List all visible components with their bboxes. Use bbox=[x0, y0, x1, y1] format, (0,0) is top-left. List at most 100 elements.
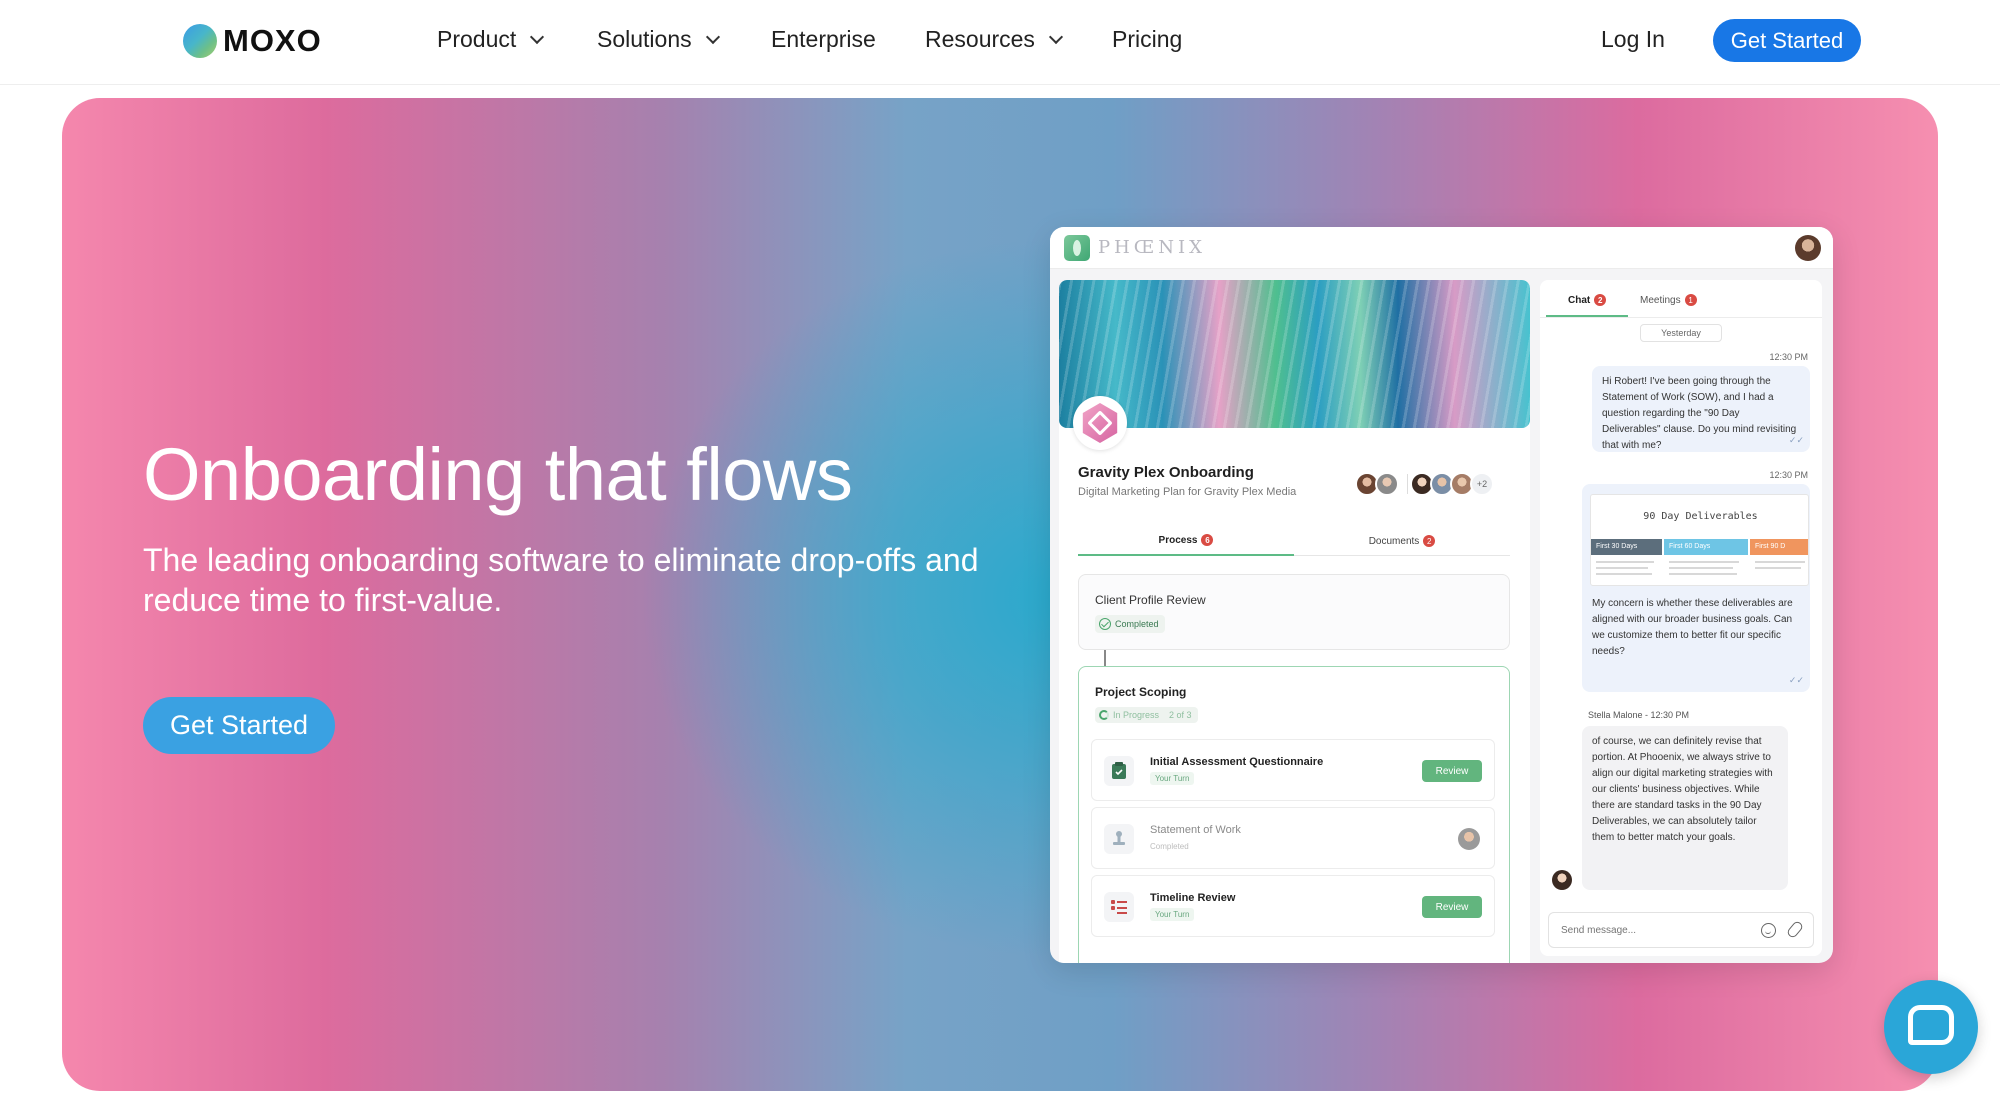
status-text: In Progress bbox=[1113, 710, 1160, 720]
project-title: Gravity Plex Onboarding bbox=[1078, 464, 1254, 481]
step-title: Client Profile Review bbox=[1095, 593, 1206, 607]
task-statement-of-work[interactable]: Statement of Work Completed bbox=[1091, 807, 1495, 869]
nav-resources[interactable]: Resources bbox=[925, 26, 1064, 53]
task-status: Your Turn bbox=[1150, 908, 1195, 921]
review-button[interactable]: Review bbox=[1422, 896, 1482, 918]
tab-label: Process bbox=[1158, 534, 1198, 546]
chevron-down-icon bbox=[705, 29, 720, 44]
chat-panel: Chat 2 Meetings 1 Yesterday 12:30 PM Hi Ro… bbox=[1540, 280, 1822, 956]
project-banner bbox=[1059, 280, 1530, 428]
placeholder-line bbox=[1596, 561, 1654, 563]
hero-section: Onboarding that flows The leading onboar… bbox=[62, 98, 1938, 1091]
nav-pricing-label: Pricing bbox=[1112, 26, 1183, 52]
avatar bbox=[1458, 828, 1480, 850]
deliverables-attachment[interactable]: 90 Day Deliverables First 30 Days First … bbox=[1590, 494, 1809, 586]
message-text: My concern is whether these deliverables… bbox=[1592, 598, 1793, 657]
progress-count: 2 of 3 bbox=[1169, 710, 1192, 720]
brand-name: PHŒNIX bbox=[1098, 237, 1206, 258]
step-project-scoping[interactable]: Project Scoping In Progress 2 of 3 Initia… bbox=[1078, 666, 1510, 963]
review-button[interactable]: Review bbox=[1422, 760, 1482, 782]
step-connector bbox=[1104, 650, 1106, 666]
task-timeline-review[interactable]: Timeline Review Your Turn Review bbox=[1091, 875, 1495, 937]
placeholder-line bbox=[1755, 567, 1801, 569]
step-client-profile-review[interactable]: Client Profile Review Completed bbox=[1078, 574, 1510, 650]
stamp-icon bbox=[1104, 824, 1134, 854]
message-text: Hi Robert! I've been going through the S… bbox=[1602, 376, 1797, 451]
form-icon bbox=[1104, 756, 1134, 786]
chat-widget-button[interactable] bbox=[1884, 980, 1978, 1074]
nav-pricing[interactable]: Pricing bbox=[1112, 26, 1182, 53]
placeholder-line bbox=[1596, 567, 1648, 569]
tab-label: Documents bbox=[1368, 535, 1420, 547]
tab-chat[interactable]: Chat 2 bbox=[1568, 292, 1607, 308]
login-link[interactable]: Log In bbox=[1601, 26, 1665, 53]
tab-documents[interactable]: Documents 2 bbox=[1294, 526, 1510, 556]
nav-product[interactable]: Product bbox=[437, 26, 545, 53]
app-topbar: PHŒNIX bbox=[1050, 227, 1833, 269]
avatar-divider bbox=[1407, 474, 1408, 494]
chat-bubble-icon bbox=[1908, 1005, 1954, 1045]
chevron-down-icon bbox=[530, 29, 545, 44]
moxo-logo[interactable]: MOXO bbox=[183, 23, 322, 58]
nav-product-label: Product bbox=[437, 26, 517, 52]
project-subtitle: Digital Marketing Plan for Gravity Plex … bbox=[1078, 486, 1297, 498]
progress-spinner-icon bbox=[1099, 710, 1109, 720]
count-badge: 2 bbox=[1423, 535, 1436, 547]
checklist-icon bbox=[1104, 892, 1134, 922]
placeholder-line bbox=[1755, 561, 1805, 563]
read-receipt-icon: ✓✓ bbox=[1788, 675, 1804, 685]
message-time: 12:30 PM bbox=[1769, 352, 1808, 362]
task-name: Timeline Review bbox=[1150, 892, 1236, 904]
chat-tabs: Chat 2 Meetings 1 bbox=[1540, 280, 1822, 318]
nav-enterprise[interactable]: Enterprise bbox=[771, 26, 876, 53]
logo-text: MOXO bbox=[223, 23, 322, 58]
attachment-title: 90 Day Deliverables bbox=[1643, 511, 1758, 522]
task-status: Your Turn bbox=[1150, 772, 1195, 785]
nav-resources-label: Resources bbox=[925, 26, 1035, 52]
message-text: of course, we can definitely revise that… bbox=[1592, 736, 1773, 843]
placeholder-line bbox=[1669, 573, 1737, 575]
date-divider: Yesterday bbox=[1640, 324, 1722, 342]
member-avatars[interactable]: +2 bbox=[1355, 470, 1494, 498]
count-badge: 6 bbox=[1201, 534, 1214, 546]
moxo-logo-icon bbox=[183, 24, 217, 58]
chat-message: 90 Day Deliverables First 30 Days First … bbox=[1582, 484, 1810, 692]
nav-enterprise-label: Enterprise bbox=[771, 26, 876, 52]
app-mockup: PHŒNIX Gravity Plex Onboarding Digital M… bbox=[1050, 227, 1833, 963]
nav-solutions[interactable]: Solutions bbox=[597, 26, 720, 53]
deliverables-column: First 30 Days bbox=[1591, 539, 1662, 555]
task-name: Statement of Work bbox=[1150, 824, 1241, 836]
project-icon bbox=[1073, 396, 1127, 450]
placeholder-line bbox=[1596, 573, 1652, 575]
placeholder-line bbox=[1669, 561, 1739, 563]
top-navbar: MOXO Product Solutions Enterprise Resour… bbox=[0, 0, 2000, 85]
hero-title: Onboarding that flows bbox=[143, 433, 853, 516]
deliverables-column: First 60 Days bbox=[1664, 539, 1748, 555]
read-receipt-icon: ✓✓ bbox=[1788, 435, 1804, 445]
get-started-button[interactable]: Get Started bbox=[1713, 19, 1861, 62]
phoenix-logo-icon bbox=[1064, 235, 1090, 261]
active-tab-indicator bbox=[1546, 315, 1628, 317]
check-circle-icon bbox=[1099, 618, 1111, 630]
avatar bbox=[1375, 472, 1399, 496]
tab-process[interactable]: Process 6 bbox=[1078, 526, 1294, 556]
chat-message: Hi Robert! I've been going through the S… bbox=[1592, 366, 1810, 452]
emoji-icon[interactable] bbox=[1761, 923, 1776, 938]
layers-icon bbox=[1082, 403, 1118, 443]
task-name: Initial Assessment Questionnaire bbox=[1150, 756, 1324, 768]
nav-solutions-label: Solutions bbox=[597, 26, 692, 52]
tab-label: Meetings bbox=[1640, 294, 1681, 306]
count-badge: 1 bbox=[1684, 294, 1697, 306]
status-badge: In Progress 2 of 3 bbox=[1095, 707, 1198, 723]
chat-message: of course, we can definitely revise that… bbox=[1582, 726, 1788, 890]
avatar bbox=[1552, 870, 1572, 890]
user-avatar[interactable] bbox=[1795, 235, 1821, 261]
workspace-tabs: Process 6 Documents 2 bbox=[1078, 526, 1510, 556]
more-members-badge: +2 bbox=[1470, 472, 1494, 496]
task-initial-assessment[interactable]: Initial Assessment Questionnaire Your Tu… bbox=[1091, 739, 1495, 801]
tab-meetings[interactable]: Meetings 1 bbox=[1640, 292, 1697, 308]
deliverables-column: First 90 D bbox=[1750, 539, 1808, 555]
hero-get-started-button[interactable]: Get Started bbox=[143, 697, 335, 754]
workspace-panel: Gravity Plex Onboarding Digital Marketin… bbox=[1059, 280, 1530, 963]
status-badge: Completed bbox=[1095, 615, 1165, 633]
